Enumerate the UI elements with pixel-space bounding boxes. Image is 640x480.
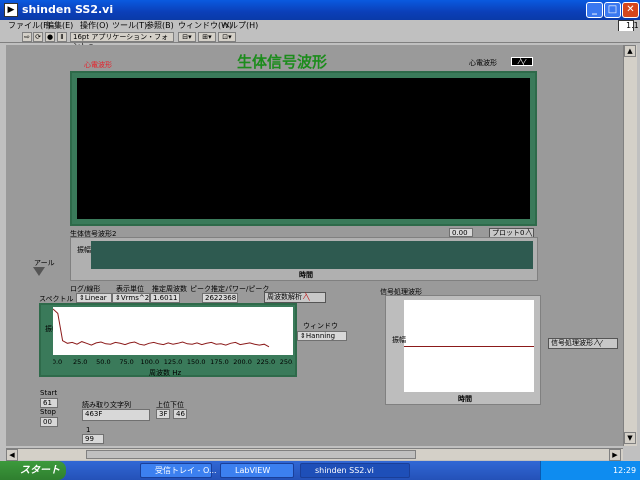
task-inbox[interactable]: 受信トレイ - O... <box>140 463 217 478</box>
ecg-legend-label: 心電波形 <box>469 59 497 67</box>
font-select[interactable]: 16pt アプリケーション・フォント ▾ <box>70 32 174 50</box>
sig-proc-plot-area <box>404 300 534 392</box>
waveform2-ylabel: 振幅 <box>77 246 91 254</box>
fft-x-tick-label: 225.0 <box>256 358 275 366</box>
maximize-button[interactable]: □ <box>604 2 621 18</box>
menu-tools[interactable]: ツール(T) <box>112 20 147 31</box>
index-value: 99 <box>82 434 104 444</box>
alarm-indicator[interactable] <box>33 267 45 276</box>
pause-icon[interactable]: Ⅱ <box>57 32 67 42</box>
fft-x-tick-label: 200.0 <box>233 358 252 366</box>
menu-file[interactable]: ファイル(F) <box>8 20 51 31</box>
fft-x-tick-label: 50.0 <box>96 358 110 366</box>
scroll-right-icon[interactable]: ▶ <box>609 449 621 461</box>
ecg-chart-label: 心電波形 <box>84 61 112 69</box>
abort-icon[interactable]: ● <box>45 32 55 42</box>
window-select[interactable]: ⇕Hanning <box>297 331 347 341</box>
align-icon[interactable]: ⊟▾ <box>178 32 196 42</box>
front-panel: 生体信号波形 心電波形 心電波形 ⁄╲⁄ 生体信号波形2 0.00 プロット0 … <box>6 45 623 446</box>
log-linear-select[interactable]: ⇕Linear <box>76 293 112 303</box>
sig-proc-xlabel: 時間 <box>458 395 472 403</box>
fft-x-tick-label: 25.0 <box>73 358 87 366</box>
fft-x-tick-label: 150.0 <box>187 358 206 366</box>
window-label: ウィンドウ <box>303 322 338 330</box>
start-value[interactable]: 61 <box>40 398 58 408</box>
distribute-icon[interactable]: ⊞▾ <box>198 32 216 42</box>
scroll-up-icon[interactable]: ▲ <box>624 45 636 57</box>
unit-select[interactable]: ⇕Vrms^2 <box>112 293 150 303</box>
fft-plot-area <box>53 307 293 355</box>
page-title: 生体信号波形 <box>237 53 328 71</box>
ecg-chart-plot-area <box>77 78 530 219</box>
fft-legend-button[interactable]: 周波数解析 ⁄╲ <box>264 292 326 303</box>
fft-chart-svg: 0.0 25.0 50.0 75.0 100.0 125.0 150.0 175.0 200.0… <box>53 307 293 366</box>
stop-value[interactable]: 00 <box>40 417 58 427</box>
toolbar: ⇨ ⟳ ● Ⅱ 16pt アプリケーション・フォント ▾ ⊟▾ ⊞▾ ⊡▾ <box>0 31 640 50</box>
scroll-left-icon[interactable]: ◀ <box>6 449 18 461</box>
start-label: Start <box>40 389 58 397</box>
fft-x-tick-label: 75.0 <box>119 358 133 366</box>
lower-value: 46 <box>173 409 187 419</box>
close-button[interactable]: ✕ <box>622 2 639 18</box>
horizontal-scrollbar[interactable]: ◀ ▶ <box>6 448 623 461</box>
start-button[interactable]: スタート <box>0 461 66 480</box>
reorder-icon[interactable]: ⊡▾ <box>218 32 236 42</box>
upper-value: 3F <box>156 409 170 419</box>
labview-app-icon[interactable]: ▶ <box>4 3 18 17</box>
task-labview[interactable]: LabVIEW <box>220 463 294 478</box>
waveform2-value[interactable]: 0.00 <box>449 228 473 237</box>
task-shinden[interactable]: shinden SS2.vi <box>300 463 410 478</box>
sig-proc-frame: 振幅 時間 <box>385 295 541 405</box>
menu-operate[interactable]: 操作(O) <box>80 20 109 31</box>
vertical-scrollbar[interactable]: ▲ ▼ <box>623 45 637 446</box>
menu-bar: ファイル(F) 編集(E) 操作(O) ツール(T) 参照(B) ウィンドウ(W… <box>0 20 640 42</box>
fft-x-tick-label: 175.0 <box>210 358 229 366</box>
peak-value: 2622368 <box>202 293 238 303</box>
run-arrow-icon[interactable]: ⇨ <box>22 32 32 42</box>
fft-x-tick-label: 100.0 <box>140 358 159 366</box>
waveform2-plot-area <box>91 241 533 269</box>
stop-label: Stop <box>40 408 56 416</box>
system-tray: 12:29 <box>540 461 640 480</box>
sig-proc-legend-button[interactable]: 信号処理波形 ⁄╲⁄ <box>548 338 618 349</box>
fft-x-tick-label: 0.0 <box>53 358 62 366</box>
sig-proc-ylabel: 振幅 <box>392 336 406 344</box>
menu-edit[interactable]: 編集(E) <box>46 20 73 31</box>
ecg-chart-frame <box>70 71 537 226</box>
index-label: 1 <box>86 426 91 434</box>
title-bar: ▶ shinden SS2.vi _ □ ✕ <box>0 0 640 20</box>
read-string-value: 463F <box>82 409 150 421</box>
scroll-thumb[interactable] <box>86 450 416 459</box>
run-continuous-icon[interactable]: ⟳ <box>33 32 43 42</box>
fft-ylabel: 振幅 <box>45 325 59 333</box>
fft-x-tick-label: 125.0 <box>164 358 183 366</box>
window-title: shinden SS2.vi <box>22 3 114 16</box>
sig-proc-line <box>404 346 534 347</box>
minimize-button[interactable]: _ <box>586 2 603 18</box>
est-freq-value: 1.6011 <box>150 293 180 303</box>
menu-browse[interactable]: 参照(B) <box>146 20 174 31</box>
clock: 12:29 <box>613 466 637 475</box>
waveform2-xlabel: 時間 <box>299 271 313 279</box>
waveform2-frame: 振幅 時間 <box>70 237 538 281</box>
ecg-legend-swatch[interactable]: ⁄╲⁄ <box>511 57 533 66</box>
menu-help[interactable]: ヘルプ(H) <box>222 20 258 31</box>
fft-chart-frame: 振幅 0.0 25.0 50.0 75.0 100.0 125.0 150.0 175.0 20… <box>39 303 297 377</box>
fft-xlabel: 周波数 Hz <box>149 369 182 377</box>
scroll-down-icon[interactable]: ▼ <box>624 432 636 444</box>
fft-x-tick-label: 250.0 <box>280 358 293 366</box>
